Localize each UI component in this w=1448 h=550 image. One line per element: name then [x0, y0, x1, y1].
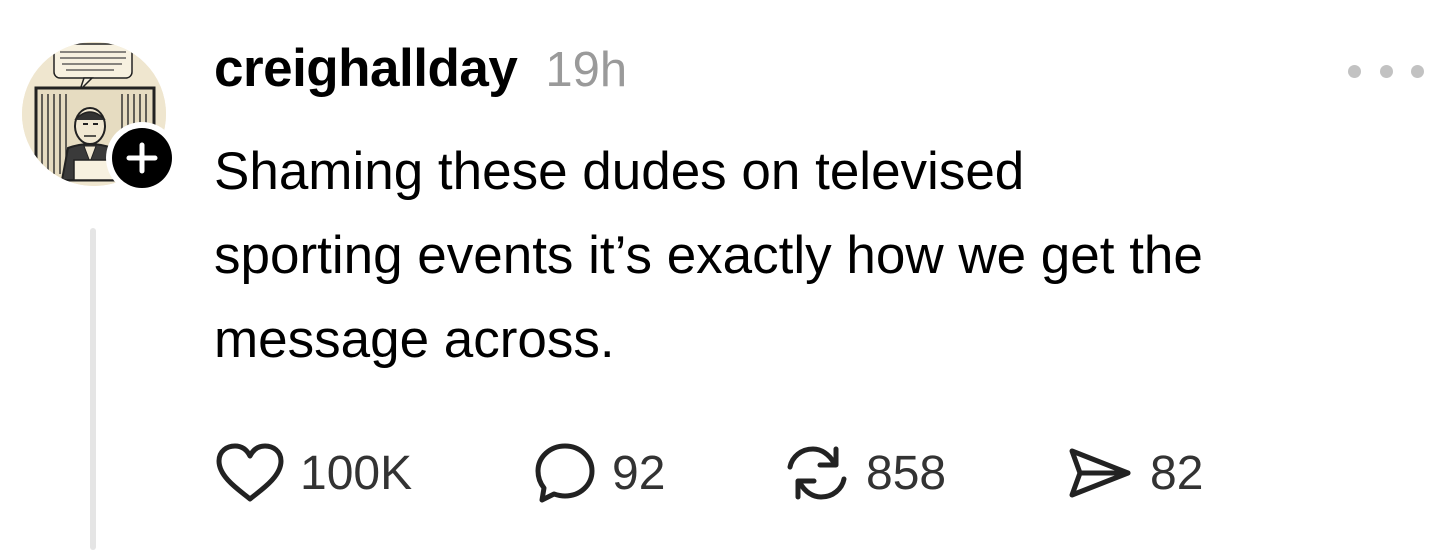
follow-button-circle	[112, 128, 172, 188]
reply-count: 92	[612, 446, 666, 500]
share-button[interactable]: 82	[1064, 438, 1203, 508]
speech-bubble-icon	[532, 440, 598, 506]
post-text-line: sporting events it’s exactly how we get …	[214, 226, 1203, 285]
more-dots-icon	[1379, 64, 1393, 78]
timestamp[interactable]: 19h	[545, 42, 627, 98]
share-count: 82	[1150, 446, 1204, 500]
post-text: Shaming these dudes on televised sportin…	[214, 130, 1414, 382]
like-button[interactable]: 100K	[214, 438, 412, 508]
post-text-line: message across.	[214, 310, 615, 369]
post-header: creighallday 19h	[214, 38, 627, 108]
repost-arrows-icon	[782, 441, 852, 505]
heart-icon	[214, 441, 286, 505]
reply-button[interactable]: 92	[532, 438, 665, 508]
repost-count: 858	[866, 446, 947, 500]
more-dots-icon	[1348, 64, 1361, 78]
more-options-button[interactable]	[1348, 56, 1424, 86]
plus-icon	[126, 142, 158, 174]
like-count: 100K	[300, 446, 413, 500]
follow-button[interactable]	[106, 122, 178, 194]
more-dots-icon	[1411, 64, 1424, 78]
thread-line	[90, 228, 96, 550]
post-text-line: Shaming these dudes on televised	[214, 142, 1025, 201]
repost-button[interactable]: 858	[782, 438, 946, 508]
paper-plane-icon	[1064, 443, 1136, 503]
username[interactable]: creighallday	[214, 38, 518, 99]
